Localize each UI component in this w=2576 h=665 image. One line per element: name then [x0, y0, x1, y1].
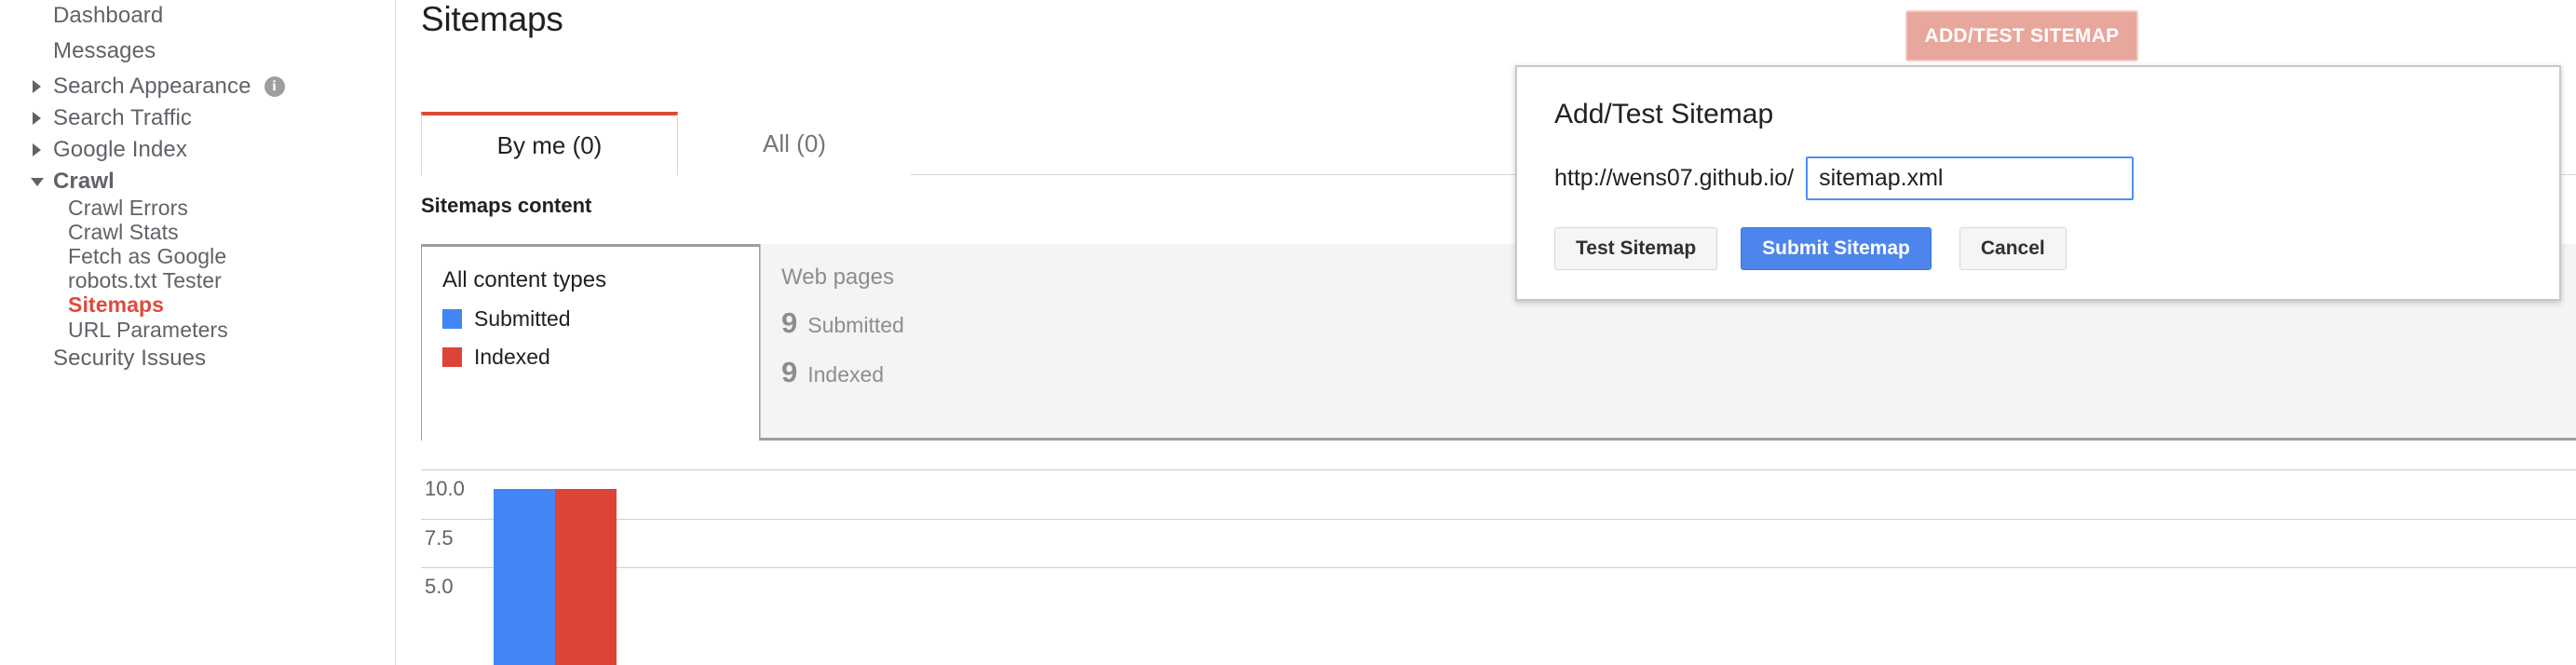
content-type-stat: 9 Submitted [781, 306, 1097, 340]
sidebar-item-label: Dashboard [53, 3, 164, 28]
sidebar-item-search-traffic[interactable]: Search Traffic [0, 102, 395, 134]
chart-bar-submitted [494, 489, 555, 665]
dialog-button-row: Test Sitemap Submit Sitemap Cancel [1554, 227, 2067, 270]
chevron-right-icon[interactable] [33, 112, 41, 125]
sidebar-item-search-appearance[interactable]: Search Appearance i [0, 71, 395, 102]
chevron-right-icon[interactable] [33, 80, 41, 93]
sitemaps-content-heading: Sitemaps content [421, 194, 592, 217]
add-test-sitemap-dialog: Add/Test Sitemap http://wens07.github.io… [1515, 65, 2561, 301]
stat-label: Submitted [807, 313, 904, 337]
sidebar-item-label: URL Parameters [68, 317, 228, 342]
sidebar-item-label: Search Appearance [53, 74, 251, 99]
chevron-down-icon[interactable] [31, 177, 44, 186]
sitemap-url-row: http://wens07.github.io/ [1554, 156, 2135, 200]
dialog-title: Add/Test Sitemap [1554, 99, 1774, 129]
sidebar-item-label: Security Issues [53, 346, 207, 371]
sidebar-item-security-issues[interactable]: Security Issues [0, 343, 395, 374]
tab-label: By me (0) [496, 130, 603, 159]
sidebar-item-messages[interactable]: Messages [0, 35, 395, 67]
sidebar-item-label: Google Index [53, 137, 187, 162]
content-type-stat: 9 Indexed [781, 356, 1097, 389]
sitemap-path-input[interactable] [1806, 156, 2135, 200]
sitemap-url-prefix: http://wens07.github.io/ [1554, 165, 1795, 191]
add-test-sitemap-button[interactable]: ADD/TEST SITEMAP [1905, 10, 2138, 61]
page-title: Sitemaps [421, 0, 563, 38]
sidebar-item-label: Crawl [53, 169, 115, 194]
sidebar-item-label: Messages [53, 38, 156, 63]
tab-label: All (0) [763, 129, 826, 157]
chart-y-tick-label: 5.0 [425, 575, 454, 599]
legend-item: Indexed [442, 345, 759, 370]
submit-sitemap-button[interactable]: Submit Sitemap [1741, 227, 1932, 270]
stat-value: 9 [781, 356, 798, 388]
content-type-title: Web pages [781, 265, 894, 290]
content-type-title: All content types [442, 267, 607, 292]
sidebar-item-google-index[interactable]: Google Index [0, 134, 395, 166]
tab-all-0[interactable]: All (0) [678, 112, 911, 175]
stat-label: Indexed [807, 362, 885, 387]
test-sitemap-button[interactable]: Test Sitemap [1554, 227, 1718, 270]
legend-swatch-icon [442, 309, 462, 329]
content-type-card-web-pages[interactable]: Web pages 9 Submitted 9 Indexed [760, 244, 1097, 438]
chart-plot-area [494, 462, 2576, 665]
legend-label: Submitted [474, 306, 571, 331]
sidebar-item-label: Search Traffic [53, 105, 193, 130]
sidebar-item-dashboard[interactable]: Dashboard [0, 0, 395, 32]
legend-label: Indexed [474, 345, 550, 369]
legend-item: Submitted [442, 306, 759, 332]
chart-bar-indexed [555, 489, 617, 665]
legend-swatch-icon [442, 347, 462, 367]
tab-by-me-0[interactable]: By me (0) [421, 112, 678, 175]
chart-y-tick-label: 7.5 [425, 525, 454, 550]
cancel-button[interactable]: Cancel [1959, 227, 2067, 270]
sidebar-item-url-parameters[interactable]: URL Parameters [0, 314, 395, 346]
sitemap-bar-chart: 10.0 7.5 5.0 [421, 462, 2576, 665]
info-icon[interactable]: i [264, 76, 285, 97]
sidebar: Dashboard Messages Search Appearance i Searc… [0, 0, 396, 665]
content-type-card-all-content-types[interactable]: All content types Submitted Indexed [421, 244, 760, 441]
chart-y-tick-label: 10.0 [425, 477, 465, 501]
chevron-right-icon[interactable] [33, 143, 41, 156]
stat-value: 9 [781, 306, 798, 339]
